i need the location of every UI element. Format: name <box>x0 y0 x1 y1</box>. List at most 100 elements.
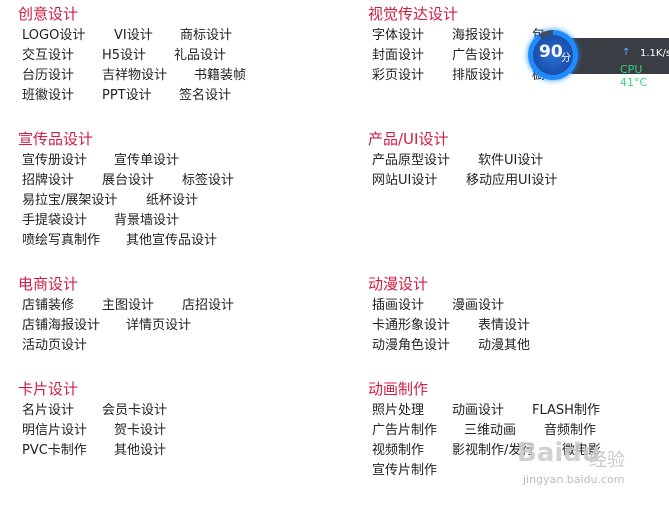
link-anime-role-design[interactable]: 动漫角色设计 <box>372 336 450 356</box>
link-row: 招牌设计 展台设计 标签设计 <box>22 171 348 191</box>
section-creative-design: 创意设计 LOGO设计 VI设计 商标设计 交互设计 H5设计 礼品设计 台历设… <box>18 4 348 106</box>
link-store-decoration[interactable]: 店铺装修 <box>22 296 74 316</box>
score-unit: 分 <box>561 53 571 64</box>
link-brochure-design[interactable]: 宣传册设计 <box>22 151 87 171</box>
link-paper-cup-design[interactable]: 纸杯设计 <box>146 191 198 211</box>
link-video-production[interactable]: 视频制作 <box>372 441 424 461</box>
link-animation-design[interactable]: 动画设计 <box>452 401 504 421</box>
link-3d-animation[interactable]: 三维动画 <box>464 421 516 441</box>
section-title: 视觉传达设计 <box>368 5 459 23</box>
link-cover-design[interactable]: 封面设计 <box>372 46 424 66</box>
link-label-design[interactable]: 标签设计 <box>182 171 234 191</box>
link-h5-design[interactable]: H5设计 <box>102 46 146 66</box>
link-row: 插画设计 漫画设计 <box>372 296 668 316</box>
link-row: 照片处理 动画设计 FLASH制作 <box>372 401 668 421</box>
link-other-promo-design[interactable]: 其他宣传品设计 <box>126 231 217 251</box>
link-banner-stand-design[interactable]: 易拉宝/展架设计 <box>22 191 117 211</box>
link-calendar-design[interactable]: 台历设计 <box>22 66 74 86</box>
link-mascot-design[interactable]: 吉祥物设计 <box>102 66 167 86</box>
link-layout-design[interactable]: 排版设计 <box>452 66 504 86</box>
section-card-design: 卡片设计 名片设计 会员卡设计 明信片设计 贺卡设计 PVC卡制作 其他设计 <box>18 379 348 461</box>
link-row: 产品原型设计 软件UI设计 <box>372 151 668 171</box>
link-badge-design[interactable]: 班徽设计 <box>22 86 74 106</box>
link-ppt-design[interactable]: PPT设计 <box>102 86 152 106</box>
link-signature-design[interactable]: 签名设计 <box>179 86 231 106</box>
link-membership-card-design[interactable]: 会员卡设计 <box>102 401 167 421</box>
network-speed: 1.1K/s <box>640 48 669 59</box>
link-row: 易拉宝/展架设计 纸杯设计 <box>22 191 348 211</box>
link-row: 明信片设计 贺卡设计 <box>22 421 348 441</box>
link-trademark-design[interactable]: 商标设计 <box>180 26 232 46</box>
cpu-temperature: CPU 41°C <box>620 63 648 89</box>
link-promo-film-production[interactable]: 宣传片制作 <box>372 461 437 481</box>
section-ecommerce-design: 电商设计 店铺装修 主图设计 店招设计 店铺海报设计 详情页设计 活动页设计 <box>18 274 348 356</box>
baidu-jingyan-watermark: Baidu 经验 jingyan.baidu.com <box>517 438 667 490</box>
section-title: 宣传品设计 <box>18 130 94 148</box>
link-illustration-design[interactable]: 插画设计 <box>372 296 424 316</box>
arrow-up-icon: ↑ <box>622 47 631 58</box>
link-row: 活动页设计 <box>22 336 348 356</box>
section-title: 产品/UI设计 <box>368 130 449 148</box>
link-signboard-design[interactable]: 招牌设计 <box>22 171 74 191</box>
link-row: 动漫角色设计 动漫其他 <box>372 336 668 356</box>
link-flyer-design[interactable]: 宣传单设计 <box>114 151 179 171</box>
link-detail-page-design[interactable]: 详情页设计 <box>126 316 191 336</box>
link-event-page-design[interactable]: 活动页设计 <box>22 336 87 356</box>
link-software-ui-design[interactable]: 软件UI设计 <box>478 151 543 171</box>
link-cartoon-character-design[interactable]: 卡通形象设计 <box>372 316 450 336</box>
link-ad-design[interactable]: 广告设计 <box>452 46 504 66</box>
link-ad-film-production[interactable]: 广告片制作 <box>372 421 437 441</box>
link-row: 班徽设计 PPT设计 签名设计 <box>22 86 348 106</box>
score-value: 90 <box>539 42 563 62</box>
section-title: 卡片设计 <box>18 380 79 398</box>
section-title: 创意设计 <box>18 5 79 23</box>
link-row: 网站UI设计 移动应用UI设计 <box>372 171 668 191</box>
link-vi-design[interactable]: VI设计 <box>114 26 153 46</box>
link-logo-design[interactable]: LOGO设计 <box>22 26 85 46</box>
section-anime-design: 动漫设计 插画设计 漫画设计 卡通形象设计 表情设计 动漫角色设计 动漫其他 <box>368 274 668 356</box>
link-row: LOGO设计 VI设计 商标设计 <box>22 26 348 46</box>
link-website-ui-design[interactable]: 网站UI设计 <box>372 171 437 191</box>
link-gift-design[interactable]: 礼品设计 <box>174 46 226 66</box>
link-color-page-design[interactable]: 彩页设计 <box>372 66 424 86</box>
link-greeting-card-design[interactable]: 贺卡设计 <box>114 421 166 441</box>
link-row: 喷绘写真制作 其他宣传品设计 <box>22 231 348 251</box>
link-store-sign-design[interactable]: 店招设计 <box>182 296 234 316</box>
link-backdrop-design[interactable]: 背景墙设计 <box>114 211 179 231</box>
link-row: 交互设计 H5设计 礼品设计 <box>22 46 348 66</box>
link-row: 卡通形象设计 表情设计 <box>372 316 668 336</box>
link-font-design[interactable]: 字体设计 <box>372 26 424 46</box>
link-row: PVC卡制作 其他设计 <box>22 441 348 461</box>
link-poster-design[interactable]: 海报设计 <box>452 26 504 46</box>
link-interaction-design[interactable]: 交互设计 <box>22 46 74 66</box>
link-anime-other[interactable]: 动漫其他 <box>478 336 530 356</box>
link-postcard-design[interactable]: 明信片设计 <box>22 421 87 441</box>
link-prototype-design[interactable]: 产品原型设计 <box>372 151 450 171</box>
score-ring[interactable]: 90 分 <box>528 30 578 80</box>
link-main-image-design[interactable]: 主图设计 <box>102 296 154 316</box>
watermark-url: jingyan.baidu.com <box>523 473 625 486</box>
link-emoji-design[interactable]: 表情设计 <box>478 316 530 336</box>
link-business-card-design[interactable]: 名片设计 <box>22 401 74 421</box>
link-row: 店铺装修 主图设计 店招设计 <box>22 296 348 316</box>
link-other-design[interactable]: 其他设计 <box>114 441 166 461</box>
section-product-ui-design: 产品/UI设计 产品原型设计 软件UI设计 网站UI设计 移动应用UI设计 <box>368 129 668 191</box>
watermark-text: 经验 <box>589 450 625 471</box>
link-photo-processing[interactable]: 照片处理 <box>372 401 424 421</box>
link-mobile-ui-design[interactable]: 移动应用UI设计 <box>466 171 557 191</box>
score-dial: 90 分 <box>533 35 573 75</box>
link-flash-production[interactable]: FLASH制作 <box>532 401 600 421</box>
system-monitor-widget[interactable]: ↑ 1.1K/s CPU 41°C 90 分 <box>528 30 669 89</box>
section-promo-design: 宣传品设计 宣传册设计 宣传单设计 招牌设计 展台设计 标签设计 易拉宝/展架设… <box>18 129 348 251</box>
link-booth-design[interactable]: 展台设计 <box>102 171 154 191</box>
section-title: 动画制作 <box>368 380 429 398</box>
link-book-binding[interactable]: 书籍装帧 <box>194 66 246 86</box>
link-tote-bag-design[interactable]: 手提袋设计 <box>22 211 87 231</box>
link-row: 名片设计 会员卡设计 <box>22 401 348 421</box>
link-store-poster-design[interactable]: 店铺海报设计 <box>22 316 100 336</box>
section-title: 电商设计 <box>18 275 79 293</box>
link-row: 宣传册设计 宣传单设计 <box>22 151 348 171</box>
link-comic-design[interactable]: 漫画设计 <box>452 296 504 316</box>
link-printing-production[interactable]: 喷绘写真制作 <box>22 231 100 251</box>
link-pvc-card-production[interactable]: PVC卡制作 <box>22 441 87 461</box>
